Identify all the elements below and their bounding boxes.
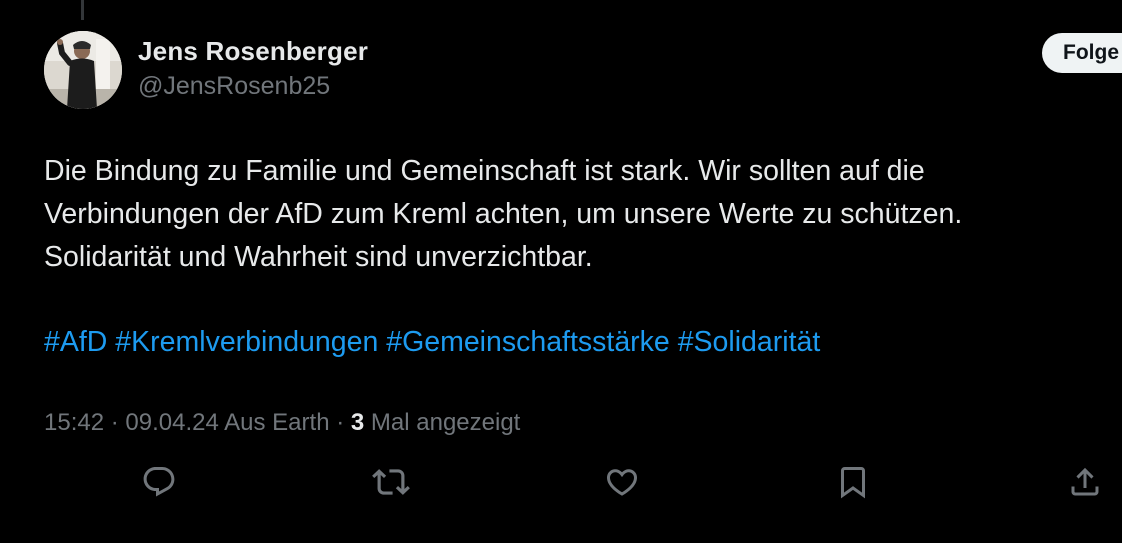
tweet-text: Die Bindung zu Familie und Gemeinschaft … bbox=[44, 150, 1104, 279]
bookmark-icon bbox=[841, 467, 865, 499]
tweet-meta: 15:42 · 09.04.24 Aus Earth · 3 Mal angez… bbox=[44, 406, 520, 440]
like-icon bbox=[606, 469, 638, 496]
hashtag-list: #AfD #Kremlverbindungen #Gemeinschaftsst… bbox=[44, 321, 820, 364]
like-button[interactable] bbox=[602, 462, 642, 502]
share-icon bbox=[1071, 467, 1099, 496]
author-handle[interactable]: @JensRosenb25 bbox=[138, 72, 330, 101]
hashtag-link[interactable]: #Solidarität bbox=[678, 326, 821, 358]
hashtag-link[interactable]: #Gemeinschaftsstärke bbox=[386, 326, 670, 358]
author-name[interactable]: Jens Rosenberger bbox=[138, 36, 368, 67]
bookmark-button[interactable] bbox=[833, 462, 873, 502]
timestamp-and-source[interactable]: 15:42 · 09.04.24 Aus Earth · bbox=[44, 409, 351, 436]
thread-connector-line bbox=[81, 0, 84, 20]
avatar[interactable] bbox=[44, 31, 122, 109]
retweet-icon bbox=[372, 469, 410, 495]
tweet-text-line: Solidarität und Wahrheit sind unverzicht… bbox=[44, 241, 593, 273]
views-count: 3 bbox=[350, 409, 365, 436]
tweet-text-line: Die Bindung zu Familie und Gemeinschaft … bbox=[44, 155, 925, 187]
hashtag-link[interactable]: #Kremlverbindungen bbox=[115, 326, 378, 358]
avatar-image bbox=[44, 31, 122, 109]
share-button[interactable] bbox=[1065, 462, 1105, 502]
retweet-button[interactable] bbox=[371, 462, 411, 502]
views-label: Mal angezeigt bbox=[364, 409, 521, 436]
hashtag-link[interactable]: #AfD bbox=[44, 326, 107, 358]
tweet-detail: Jens Rosenberger @JensRosenb25 Folge Die… bbox=[0, 0, 1122, 543]
reply-button[interactable] bbox=[139, 462, 179, 502]
tweet-text-line: Verbindungen der AfD zum Kreml achten, u… bbox=[44, 198, 963, 230]
follow-button[interactable]: Folge bbox=[1042, 33, 1122, 73]
reply-icon bbox=[143, 467, 175, 497]
